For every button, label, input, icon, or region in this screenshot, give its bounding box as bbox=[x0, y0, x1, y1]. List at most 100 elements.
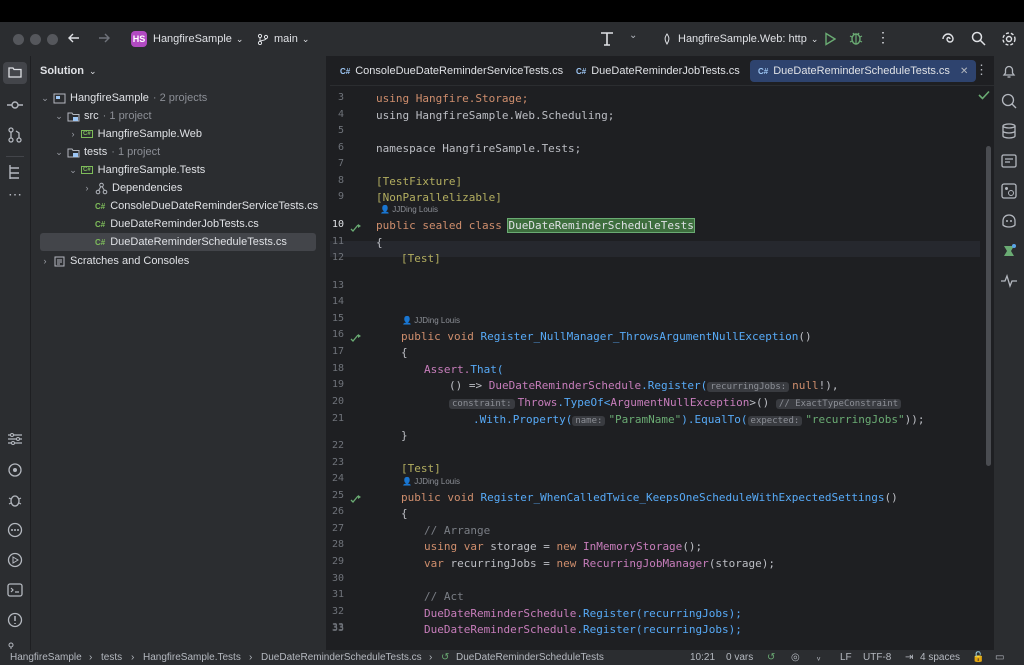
ai-assistant-icon[interactable] bbox=[940, 31, 956, 47]
code-vision-author[interactable]: 👤 JJDing Louis bbox=[402, 316, 460, 325]
git-icon[interactable] bbox=[6, 641, 24, 649]
minimize-window-button[interactable] bbox=[30, 34, 41, 45]
code-text: .Register(recurringJobs); bbox=[576, 623, 742, 636]
tree-item-dependencies[interactable]: › Dependencies bbox=[31, 179, 326, 197]
tree-item-web-project[interactable]: › C# HangfireSample.Web bbox=[31, 125, 326, 143]
vertical-scrollbar[interactable] bbox=[986, 146, 991, 466]
search-icon[interactable] bbox=[971, 31, 986, 46]
line-number: 18 bbox=[331, 363, 344, 374]
check-circle-icon[interactable]: ◎ bbox=[791, 650, 800, 665]
more-actions-icon[interactable]: ⋮ bbox=[876, 29, 890, 46]
tab-job-tests[interactable]: C# DueDateReminderJobTests.cs bbox=[568, 60, 748, 82]
structure-icon[interactable] bbox=[6, 156, 24, 182]
folder-icon[interactable] bbox=[3, 62, 27, 84]
preview-icon[interactable] bbox=[1000, 152, 1018, 170]
code-line: using Hangfire.Storage; bbox=[376, 91, 528, 107]
ai-status-icon[interactable]: ᵥ bbox=[817, 650, 820, 665]
tree-item-file-selected[interactable]: C# DueDateReminderScheduleTests.cs bbox=[40, 233, 316, 251]
file-encoding[interactable]: UTF-8 bbox=[863, 650, 891, 665]
commit-icon[interactable] bbox=[6, 96, 24, 114]
tree-item-scratches[interactable]: › Scratches and Consoles bbox=[31, 252, 326, 270]
branch-selector[interactable]: main ⌄ bbox=[257, 29, 309, 49]
line-number: 11 bbox=[331, 236, 344, 247]
nuget-icon[interactable] bbox=[1000, 182, 1018, 200]
close-window-button[interactable] bbox=[13, 34, 24, 45]
problems-icon[interactable] bbox=[6, 521, 24, 539]
caret-position[interactable]: 10:21 bbox=[690, 650, 715, 665]
debug-icon[interactable] bbox=[848, 30, 864, 46]
more-tabs-icon[interactable]: ⋮ bbox=[975, 62, 988, 78]
code-text: DueDateReminderSchedule bbox=[424, 623, 577, 636]
tree-item-file[interactable]: C# ConsoleDueDateReminderServiceTests.cs bbox=[31, 197, 326, 215]
run-tool-icon[interactable] bbox=[6, 551, 24, 569]
tree-item-tests-project[interactable]: ⌄ C# HangfireSample.Tests bbox=[31, 161, 326, 179]
project-selector[interactable]: HS HangfireSample ⌄ bbox=[131, 29, 243, 49]
pull-requests-icon[interactable] bbox=[6, 126, 24, 144]
tab-schedule-tests[interactable]: C# DueDateReminderScheduleTests.cs ✕ bbox=[750, 60, 977, 82]
close-icon[interactable]: ✕ bbox=[960, 66, 968, 77]
run-tests-gutter-icon[interactable] bbox=[350, 221, 362, 233]
dependencies-icon bbox=[95, 182, 108, 194]
code-text: Throws bbox=[517, 396, 558, 409]
breadcrumb-item[interactable]: tests bbox=[101, 650, 122, 665]
tab-label: ConsoleDueDateReminderServiceTests.cs bbox=[355, 65, 564, 77]
tree-item-src[interactable]: ⌄ src · 1 project bbox=[31, 107, 326, 125]
line-number: 27 bbox=[331, 523, 344, 534]
copilot-icon[interactable] bbox=[1000, 212, 1018, 230]
debug-tool-icon[interactable] bbox=[6, 491, 24, 509]
code-line: var recurringJobs = new RecurringJobMana… bbox=[424, 556, 775, 572]
notifications-warning-icon[interactable] bbox=[6, 611, 24, 629]
tree-item-file[interactable]: C# DueDateReminderJobTests.cs bbox=[31, 215, 326, 233]
services-icon[interactable] bbox=[6, 430, 24, 448]
code-text: public sealed class bbox=[376, 219, 509, 232]
code-vision-author[interactable]: 👤 JJDing Louis bbox=[380, 205, 438, 214]
memory-indicator-icon[interactable]: ▭ bbox=[995, 650, 1004, 665]
notifications-bell-icon[interactable] bbox=[1000, 62, 1018, 80]
code-vision-author[interactable]: 👤 JJDing Louis bbox=[402, 477, 460, 486]
code-text: storage bbox=[490, 540, 537, 553]
line-ending[interactable]: LF bbox=[840, 650, 852, 665]
code-text: var bbox=[424, 557, 451, 570]
tree-item-tests[interactable]: ⌄ tests · 1 project bbox=[31, 143, 326, 161]
forward-icon[interactable] bbox=[97, 31, 111, 45]
back-icon[interactable] bbox=[67, 31, 81, 45]
code-text: [TestFixture] bbox=[376, 175, 463, 188]
breadcrumb-item[interactable]: HangfireSample.Tests bbox=[143, 650, 241, 665]
code-text: ).EqualTo( bbox=[681, 413, 748, 426]
code-with-me-icon[interactable] bbox=[598, 30, 616, 48]
performance-icon[interactable] bbox=[1000, 272, 1018, 290]
tree-item-solution[interactable]: ⌄ HangfireSample · 2 projects bbox=[31, 89, 326, 107]
lock-icon[interactable]: 🔓 bbox=[972, 650, 984, 665]
breadcrumb-item[interactable]: HangfireSample bbox=[10, 650, 82, 665]
settings-gear-icon[interactable] bbox=[1001, 31, 1017, 47]
database-icon[interactable] bbox=[1000, 122, 1018, 140]
maximize-window-button[interactable] bbox=[47, 34, 58, 45]
run-icon[interactable] bbox=[824, 32, 836, 46]
code-area[interactable]: 3 4 5 6 7 8 9 10 11 12 13 14 15 16 17 18… bbox=[330, 86, 980, 650]
chevron-right-icon: › bbox=[43, 256, 47, 266]
test-status-icon[interactable]: ↺ bbox=[767, 650, 775, 665]
tab-console-service-tests[interactable]: C# ConsoleDueDateReminderServiceTests.cs bbox=[332, 60, 571, 82]
breadcrumb-item[interactable]: DueDateReminderScheduleTests.cs bbox=[261, 650, 422, 665]
code-text: // Arrange bbox=[424, 524, 491, 537]
code-line: .With.Property(name: "ParamName").EqualTo… bbox=[473, 412, 925, 428]
breadcrumb-item[interactable]: DueDateReminderScheduleTests bbox=[456, 650, 604, 665]
chevron-down-icon[interactable]: ⌄ bbox=[629, 30, 637, 41]
run-test-gutter-icon[interactable] bbox=[350, 492, 362, 504]
code-line: constraint: Throws.TypeOf<ArgumentNullExc… bbox=[449, 395, 904, 411]
csharp-file-icon: C# bbox=[576, 66, 587, 76]
solution-panel-title[interactable]: Solution ⌄ bbox=[40, 65, 97, 77]
csharp-file-icon: C# bbox=[95, 219, 106, 229]
ai-chat-icon[interactable] bbox=[1000, 92, 1018, 110]
run-config-selector[interactable]: HangfireSample.Web: http ⌄ bbox=[662, 29, 818, 49]
debugger-vars[interactable]: 0 vars bbox=[726, 650, 753, 665]
terminal-icon[interactable] bbox=[6, 581, 24, 599]
csharp-project-icon: C# bbox=[81, 130, 93, 138]
run-test-gutter-icon[interactable] bbox=[350, 331, 362, 343]
endpoints-icon[interactable] bbox=[6, 461, 24, 479]
more-tools-icon[interactable]: ⋯ bbox=[6, 186, 24, 204]
plugin-icon[interactable] bbox=[1000, 242, 1018, 260]
author-name: JJDing Louis bbox=[414, 316, 460, 325]
code-text: DueDateReminderSchedule bbox=[488, 379, 642, 392]
indent-setting[interactable]: 4 spaces bbox=[920, 650, 960, 665]
